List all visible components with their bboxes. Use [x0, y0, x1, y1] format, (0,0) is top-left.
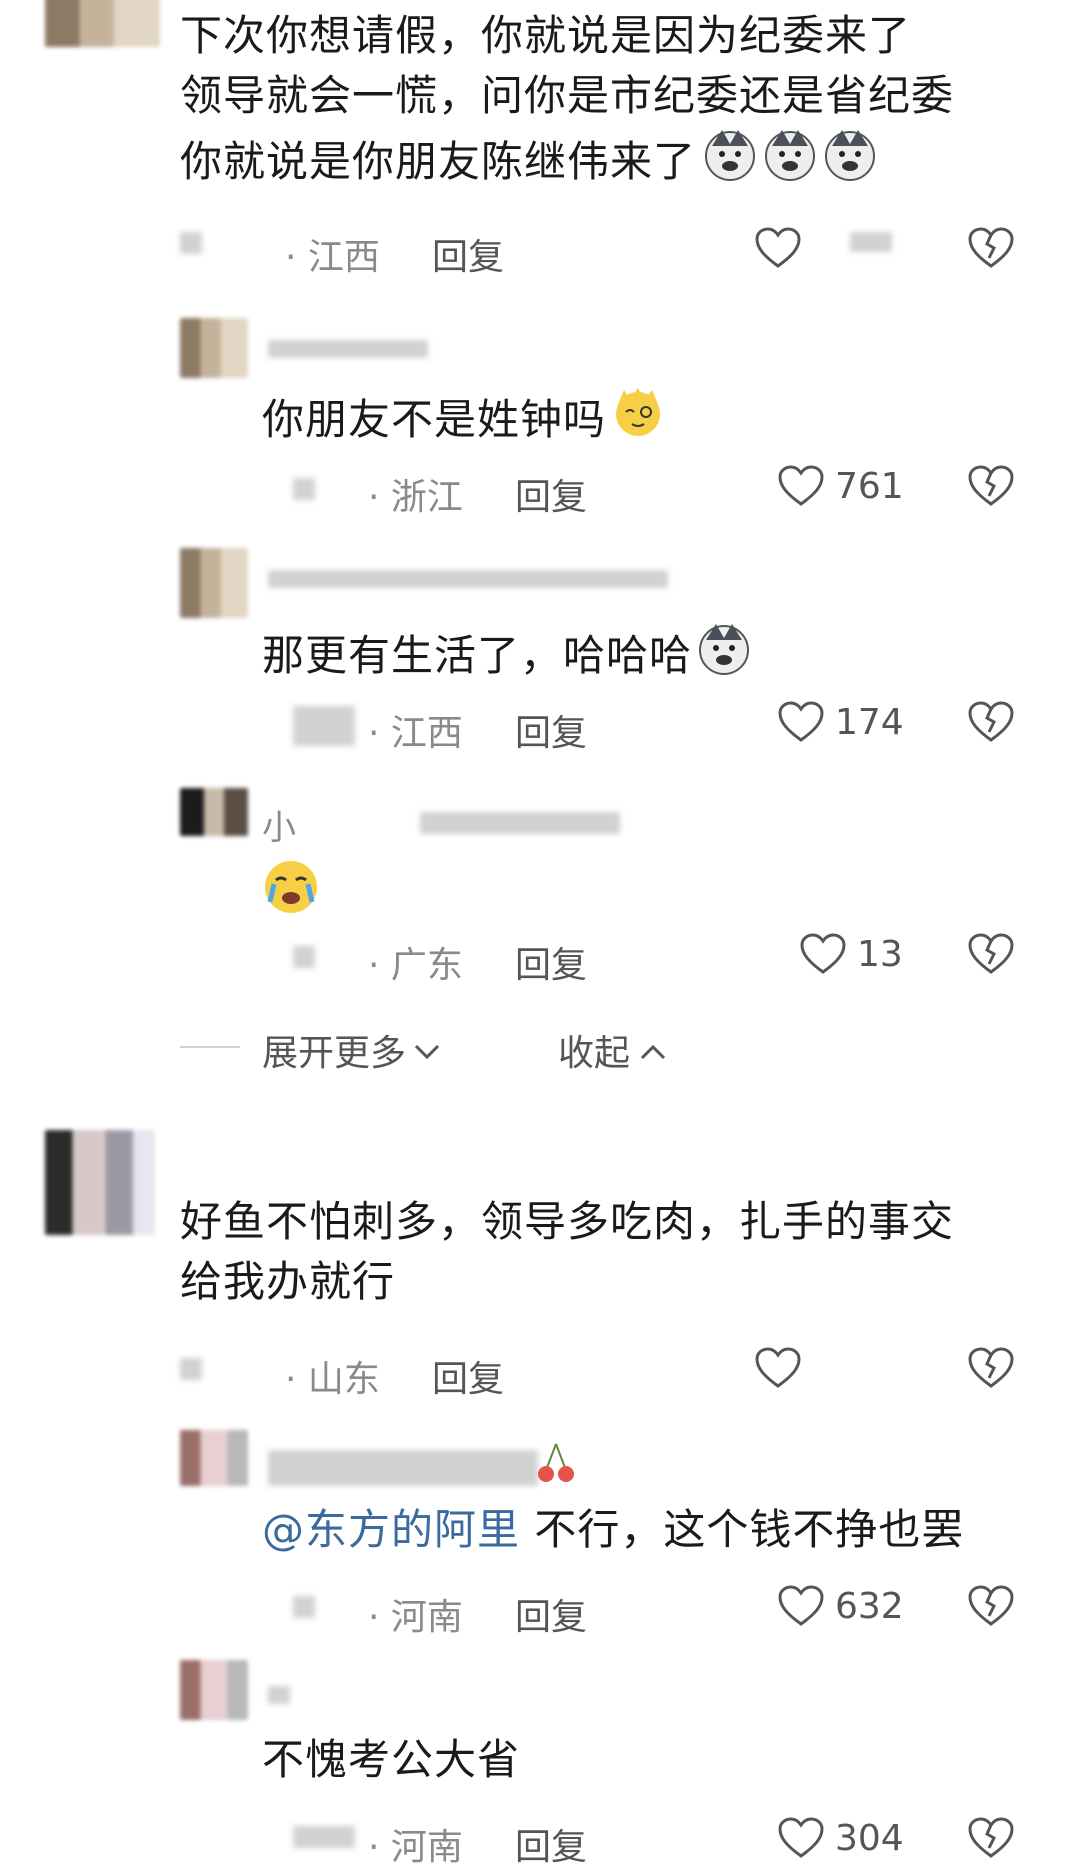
username-redacted [268, 1686, 290, 1704]
chevron-down-icon [412, 1030, 442, 1071]
dislike-broken-heart-icon[interactable] [967, 1346, 1015, 1390]
like-count-redacted [850, 232, 892, 252]
avatar[interactable] [180, 318, 248, 378]
like-count: 304 [835, 1818, 904, 1859]
like-count: 632 [835, 1586, 904, 1627]
reply-button[interactable]: 回复 [515, 936, 587, 988]
reply-button[interactable]: 回复 [515, 1818, 587, 1870]
cherry-emoji [536, 1440, 576, 1490]
collapse-label: 收起 [558, 1033, 631, 1074]
like-heart-icon[interactable] [754, 1346, 802, 1390]
location: · 河南 [368, 1827, 463, 1868]
location: · 浙江 [368, 477, 463, 518]
dislike-broken-heart-icon[interactable] [967, 700, 1015, 744]
like-heart-icon[interactable] [777, 1584, 825, 1628]
reply-button[interactable]: 回复 [515, 468, 587, 520]
username-redacted [180, 1358, 202, 1380]
expand-more-button[interactable]: 展开更多 [262, 1024, 442, 1076]
username-redacted [293, 946, 315, 968]
husky-emoji [696, 620, 754, 692]
dislike-broken-heart-icon[interactable] [967, 226, 1015, 270]
username-redacted [268, 570, 668, 588]
avatar[interactable] [180, 1430, 248, 1486]
location: · 广东 [368, 945, 463, 986]
like-heart-icon[interactable] [777, 700, 825, 744]
like-heart-icon[interactable] [754, 226, 802, 270]
username-redacted [293, 478, 315, 500]
reply-button[interactable]: 回复 [432, 228, 504, 280]
dislike-broken-heart-icon[interactable] [967, 1816, 1015, 1860]
username-redacted [420, 812, 620, 834]
reply-text: 不愧考公大省 [262, 1735, 521, 1784]
mention-link[interactable]: @东方的阿里 [262, 1505, 520, 1554]
comment-text: 好鱼不怕刺多，领导多吃肉，扎手的事交 给我办就行 [180, 1197, 955, 1306]
avatar[interactable] [45, 0, 160, 47]
dislike-broken-heart-icon[interactable] [967, 464, 1015, 508]
divider [180, 1046, 240, 1048]
location: · 河南 [368, 1597, 463, 1638]
chevron-up-icon [638, 1030, 668, 1071]
comment-text: 下次你想请假，你就说是因为纪委来了 领导就会一慌，问你是市纪委还是省纪委 你就说… [180, 6, 954, 198]
collapse-button[interactable]: 收起 [558, 1024, 668, 1076]
avatar[interactable] [45, 1130, 155, 1235]
username-redacted [293, 1596, 315, 1618]
like-count: 761 [835, 466, 904, 507]
husky-emoji [702, 126, 882, 198]
reply-button[interactable]: 回复 [432, 1350, 504, 1402]
crying-emoji [262, 858, 320, 918]
dislike-broken-heart-icon[interactable] [967, 1584, 1015, 1628]
like-heart-icon[interactable] [777, 464, 825, 508]
location: · 山东 [285, 1359, 380, 1400]
dislike-broken-heart-icon[interactable] [967, 932, 1015, 976]
username-redacted [180, 232, 202, 254]
reply-text: 你朋友不是姓钟吗 [262, 384, 666, 456]
reply-button[interactable]: 回复 [515, 704, 587, 756]
location: · 江西 [285, 237, 380, 278]
avatar[interactable] [180, 548, 248, 618]
username: 小 [262, 808, 296, 848]
username-redacted [268, 1450, 538, 1486]
reply-text: 那更有生活了，哈哈哈 [262, 620, 754, 692]
username-redacted [293, 1826, 355, 1848]
expand-more-label: 展开更多 [262, 1033, 407, 1074]
location: · 江西 [368, 713, 463, 754]
reply-text: @东方的阿里 不行，这个钱不挣也罢 [262, 1505, 965, 1554]
like-heart-icon[interactable] [777, 1816, 825, 1860]
reply-button[interactable]: 回复 [515, 1588, 587, 1640]
username-redacted [268, 340, 428, 358]
avatar[interactable] [180, 1660, 248, 1720]
like-count: 13 [857, 934, 903, 975]
like-count: 174 [835, 702, 904, 743]
username-redacted [293, 706, 355, 746]
like-heart-icon[interactable] [799, 932, 847, 976]
avatar[interactable] [180, 788, 248, 836]
wink-emoji [610, 384, 666, 456]
